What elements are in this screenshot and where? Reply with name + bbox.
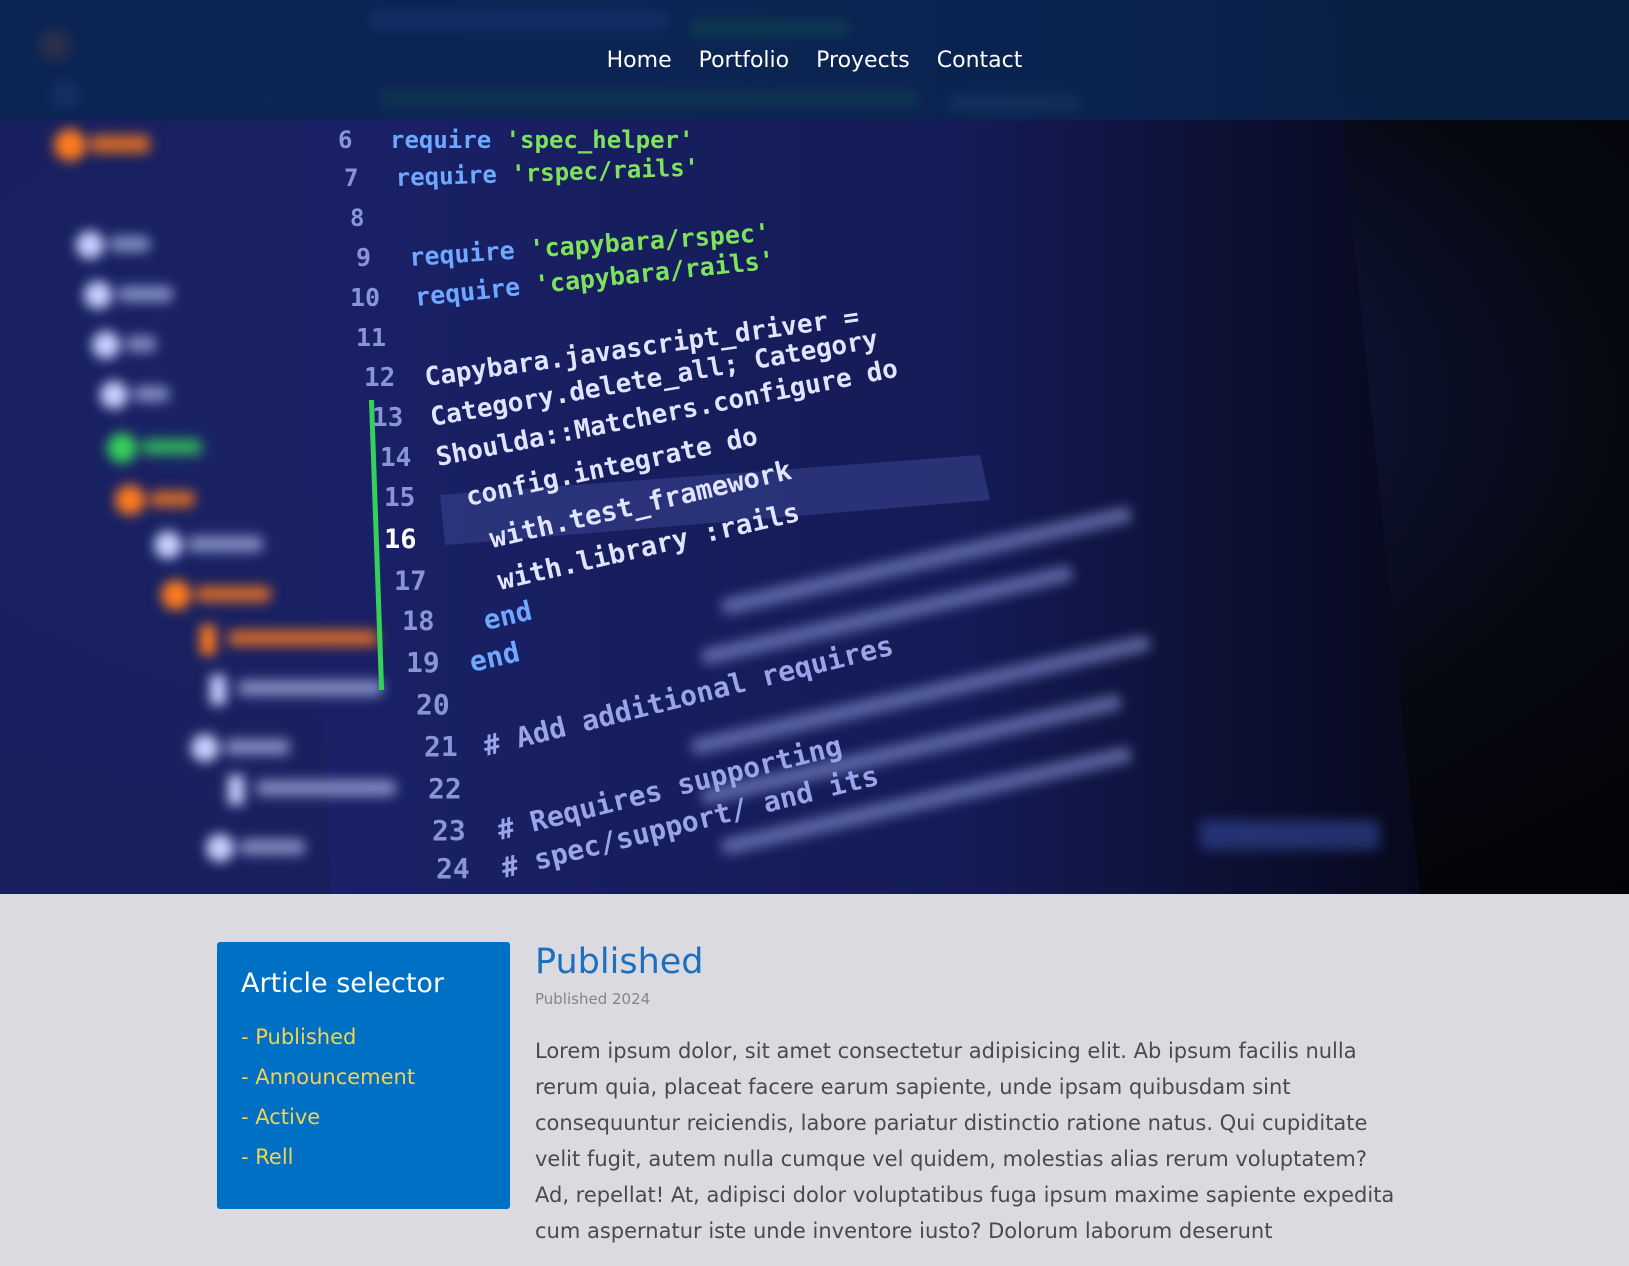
line-number: 9	[356, 243, 371, 272]
nav-link-contact[interactable]: Contact	[937, 48, 1023, 73]
article-date: Published 2024	[535, 990, 651, 1008]
line-number: 21	[424, 730, 458, 763]
article-body: Lorem ipsum dolor, sit amet consectetur …	[535, 1039, 1395, 1243]
line-number: 13	[372, 403, 403, 433]
line-number: 19	[406, 646, 440, 679]
selector-link-announcement[interactable]: - Announcement	[241, 1065, 415, 1089]
line-number: 8	[350, 204, 364, 232]
nav-link-proyects[interactable]: Proyects	[816, 48, 910, 73]
code-line: require 'spec_helper'	[390, 126, 693, 154]
hero-code-image: 6 require 'spec_helper'7 require 'rspec/ra…	[0, 0, 1420, 894]
line-number: 20	[416, 688, 450, 721]
article-title: Published	[535, 942, 704, 982]
line-number: 6	[338, 126, 352, 154]
line-number: 17	[394, 566, 427, 597]
line-number: 18	[402, 606, 435, 637]
line-number: 23	[432, 814, 466, 847]
line-number: 7	[344, 164, 358, 192]
selector-link-published[interactable]: - Published	[241, 1025, 356, 1049]
line-number: 14	[380, 443, 411, 473]
nav-item-proyects: Proyects	[816, 48, 910, 73]
line-number: 12	[364, 363, 395, 393]
hero-banner: 6 require 'spec_helper' 7 require 'rspec/ra…	[0, 0, 1629, 894]
nav-item-portfolio: Portfolio	[699, 48, 790, 73]
article: Published Published 2024 Lorem ipsum dol…	[535, 940, 1405, 1249]
article-selector-panel: Article selector - Published - Announcem…	[217, 942, 510, 1209]
nav-item-home: Home	[607, 48, 672, 73]
nav-menu: Home Portfolio Proyects Contact	[607, 48, 1023, 73]
nav-item-contact: Contact	[937, 48, 1023, 73]
selector-item-active: - Active	[241, 1097, 486, 1137]
selector-link-active[interactable]: - Active	[241, 1105, 320, 1129]
main-content: Article selector - Published - Announcem…	[0, 894, 1629, 1266]
selector-item-announcement: - Announcement	[241, 1057, 486, 1097]
top-navbar: Home Portfolio Proyects Contact	[0, 0, 1629, 120]
line-number: 16	[384, 524, 417, 555]
article-selector-list: - Published - Announcement - Active - Re…	[241, 1017, 486, 1177]
selector-link-rell[interactable]: - Rell	[241, 1145, 294, 1169]
line-number: 24	[436, 852, 470, 885]
selector-item-published: - Published	[241, 1017, 486, 1057]
line-number: 10	[350, 283, 380, 312]
selector-item-rell: - Rell	[241, 1137, 486, 1177]
nav-link-home[interactable]: Home	[607, 48, 672, 73]
line-number: 11	[356, 323, 386, 352]
line-number: 15	[384, 483, 415, 513]
nav-link-portfolio[interactable]: Portfolio	[699, 48, 790, 73]
line-number: 22	[428, 772, 462, 805]
article-selector-title: Article selector	[241, 968, 445, 999]
